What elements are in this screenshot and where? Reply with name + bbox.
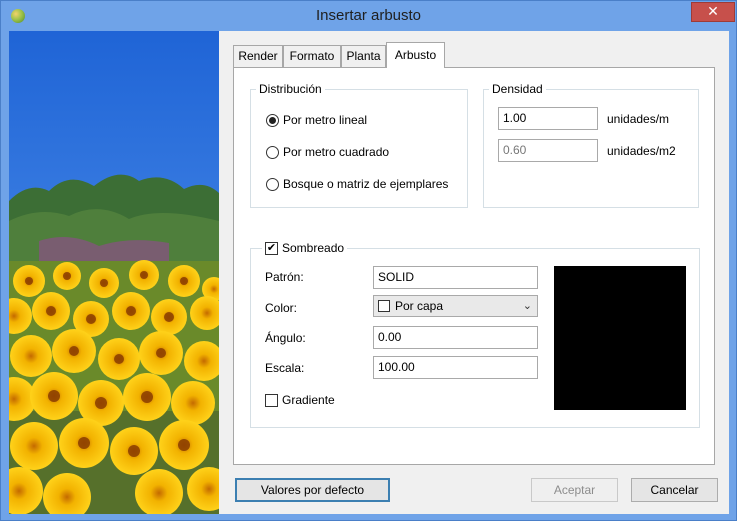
gradiente-label: Gradiente	[282, 393, 335, 407]
sombreado-toggle[interactable]: ✔ Sombreado	[262, 241, 348, 255]
radio-bosque-matriz-label: Bosque o matriz de ejemplares	[283, 177, 449, 191]
radio-metro-cuadrado-label: Por metro cuadrado	[283, 145, 390, 159]
color-select-value: Por capa	[395, 299, 444, 313]
escala-input[interactable]: 100.00	[373, 356, 538, 379]
radio-bosque-matriz-indicator[interactable]	[266, 177, 279, 191]
tab-arbusto[interactable]: Arbusto	[386, 42, 445, 68]
chevron-down-icon[interactable]: ⌄	[523, 299, 532, 312]
densidad-lineal-unit: unidades/m	[607, 112, 670, 126]
densidad-area-unit: unidades/m2	[607, 144, 676, 158]
flower-photo	[9, 31, 219, 514]
tab-formato[interactable]: Formato	[283, 45, 341, 67]
cancel-button[interactable]: Cancelar	[631, 478, 718, 502]
densidad-lineal-input[interactable]: 1.00	[498, 107, 598, 130]
gradiente-checkbox[interactable]	[265, 393, 278, 407]
color-swatch-icon	[378, 300, 390, 312]
densidad-legend: Densidad	[492, 82, 543, 96]
densidad-area-input[interactable]: 0.60	[498, 139, 598, 162]
dialog-client: Render Formato Planta Arbusto Distribuci…	[9, 31, 729, 514]
accept-button[interactable]: Aceptar	[531, 478, 618, 502]
defaults-button[interactable]: Valores por defecto	[235, 478, 390, 502]
tab-render[interactable]: Render	[233, 45, 283, 67]
close-button[interactable]: ✕	[691, 2, 735, 22]
distribucion-legend: Distribución	[259, 82, 322, 96]
gradiente-toggle[interactable]: Gradiente	[265, 393, 335, 407]
escala-label: Escala:	[265, 361, 305, 375]
angulo-label: Ángulo:	[265, 331, 306, 345]
sombreado-label: Sombreado	[282, 241, 345, 255]
sombreado-checkbox[interactable]: ✔	[265, 241, 278, 255]
tab-panel-arbusto: Distribución Por metro lineal Por metro …	[233, 67, 715, 465]
color-label: Color:	[265, 301, 298, 315]
radio-metro-lineal-indicator[interactable]	[266, 113, 279, 127]
dialog-window: Insertar arbusto ✕ Render Formato Planta…	[0, 0, 737, 521]
radio-metro-cuadrado-indicator[interactable]	[266, 145, 279, 159]
color-select[interactable]: Por capa ⌄	[373, 295, 538, 317]
patron-label: Patrón:	[265, 270, 304, 284]
title-bar[interactable]: Insertar arbusto ✕	[1, 1, 736, 31]
angulo-input[interactable]: 0.00	[373, 326, 538, 349]
radio-metro-lineal-label: Por metro lineal	[283, 113, 368, 127]
radio-bosque-matriz[interactable]: Bosque o matriz de ejemplares	[266, 177, 448, 191]
patron-input[interactable]: SOLID	[373, 266, 538, 289]
hatch-preview	[554, 266, 686, 410]
window-title: Insertar arbusto	[315, 7, 422, 24]
tab-planta[interactable]: Planta	[341, 45, 386, 67]
radio-metro-cuadrado[interactable]: Por metro cuadrado	[266, 145, 389, 159]
radio-metro-lineal[interactable]: Por metro lineal	[266, 113, 367, 127]
flower-photo-image	[9, 31, 219, 514]
